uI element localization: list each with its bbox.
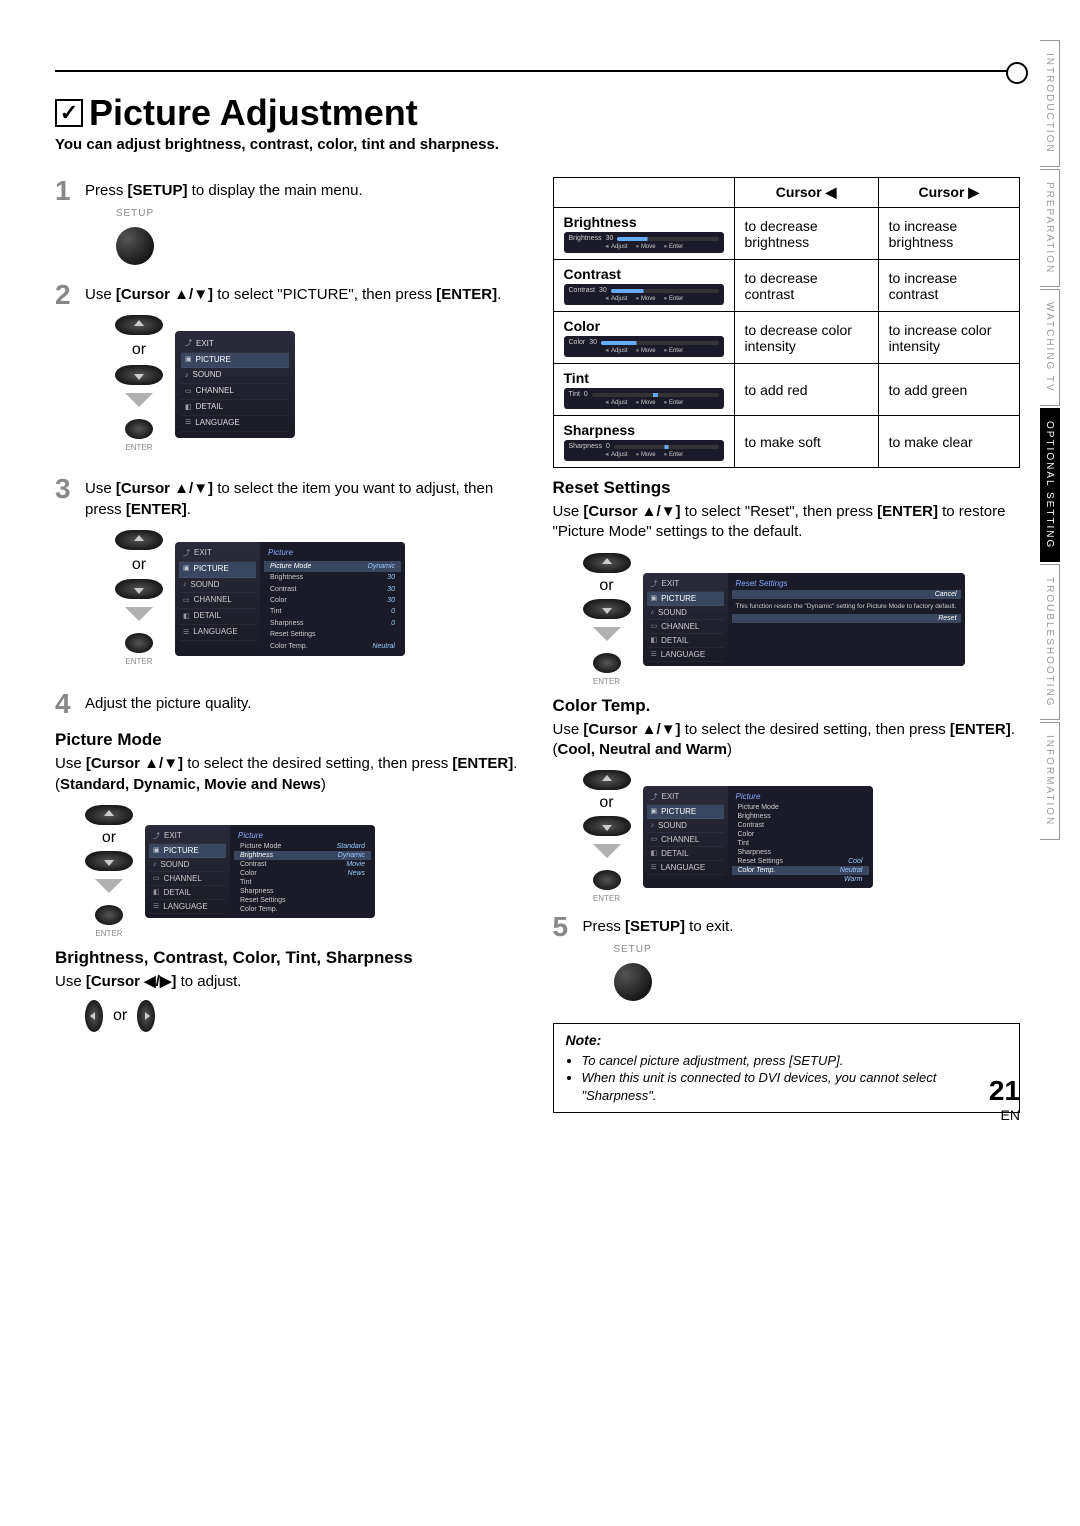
- colortemp-text: Use [Cursor ▲/▼] to select the desired s…: [553, 720, 1021, 761]
- table-row: Sharpness Sharpness 0AdjustMoveEnter to …: [553, 416, 1020, 468]
- cursor-diagram: or ENTER: [583, 770, 631, 903]
- arrow-down-icon: [125, 393, 153, 407]
- osd-picture-menu: ⤴EXIT ▣PICTURE ♪SOUND ▭CHANNEL ◧DETAIL ☰…: [175, 542, 405, 656]
- cursor-diagram: or ENTER: [85, 805, 133, 938]
- title-text: Picture Adjustment: [89, 92, 418, 134]
- picture-mode-text: Use [Cursor ▲/▼] to select the desired s…: [55, 754, 523, 795]
- osd-colortemp: ⤴EXIT ▣PICTURE ♪SOUND ▭CHANNEL ◧DETAIL ☰…: [643, 786, 873, 888]
- bcts-heading: Brightness, Contrast, Color, Tint, Sharp…: [55, 948, 523, 968]
- note-heading: Note:: [566, 1032, 1008, 1048]
- table-row: Brightness Brightness 30 AdjustMoveEnter…: [553, 208, 1020, 260]
- osd-reset: ⤴EXIT ▣PICTURE ♪SOUND ▭CHANNEL ◧DETAIL ☰…: [643, 573, 965, 666]
- step-num: 1: [55, 177, 77, 269]
- adjustment-table: Cursor ◀ Cursor ▶ Brightness Brightness …: [553, 177, 1021, 468]
- setup-button-icon: [614, 963, 652, 1001]
- step-4: 4 Adjust the picture quality.: [55, 690, 523, 718]
- cursor-diagram: or ENTER: [583, 553, 631, 686]
- table-row: Contrast Contrast 30AdjustMoveEnter to d…: [553, 260, 1020, 312]
- osd-main-menu: ⤴EXIT ▣PICTURE ♪SOUND ▭CHANNEL ◧DETAIL ☰…: [175, 331, 295, 438]
- table-row: Tint Tint 0AdjustMoveEnter to add red to…: [553, 364, 1020, 416]
- step-num: 3: [55, 475, 77, 678]
- th-cursor-right: Cursor ▶: [878, 178, 1019, 208]
- step-2: 2 Use [Cursor ▲/▼] to select "PICTURE", …: [55, 281, 523, 464]
- note-item: To cancel picture adjustment, press [SET…: [582, 1052, 1008, 1070]
- colortemp-heading: Color Temp.: [553, 696, 1021, 716]
- page-title: ✓ Picture Adjustment: [55, 92, 1020, 134]
- page-number: 21 EN: [989, 1075, 1020, 1123]
- step-1: 1 Press [SETUP] to display the main menu…: [55, 177, 523, 269]
- cursor-down-icon: [115, 365, 163, 385]
- reset-heading: Reset Settings: [553, 478, 1021, 498]
- step-num: 4: [55, 690, 77, 718]
- top-rule: [55, 70, 1020, 72]
- cursor-lr-diagram: or: [85, 1000, 523, 1032]
- step-3: 3 Use [Cursor ▲/▼] to select the item yo…: [55, 475, 523, 678]
- table-row: Color Color 30AdjustMoveEnter to decreas…: [553, 312, 1020, 364]
- reset-text: Use [Cursor ▲/▼] to select "Reset", then…: [553, 502, 1021, 543]
- step-5: 5 Press [SETUP] to exit. SETUP: [553, 913, 1021, 1005]
- cursor-up-down-diagram: or ENTER: [115, 315, 163, 453]
- checkbox-icon: ✓: [55, 99, 83, 127]
- cursor-left-icon: [85, 1000, 103, 1032]
- step-num: 2: [55, 281, 77, 464]
- step-num: 5: [553, 913, 575, 1005]
- enter-button-icon: [125, 419, 153, 439]
- setup-label: SETUP: [105, 207, 165, 221]
- cursor-diagram: or ENTER: [115, 530, 163, 668]
- subtitle: You can adjust brightness, contrast, col…: [55, 136, 1020, 153]
- slider-osd: Brightness 30 AdjustMoveEnter: [564, 232, 724, 253]
- note-item: When this unit is connected to DVI devic…: [582, 1069, 1008, 1104]
- note-box: Note: To cancel picture adjustment, pres…: [553, 1023, 1021, 1114]
- picture-mode-heading: Picture Mode: [55, 730, 523, 750]
- osd-picture-mode-options: ⤴EXIT ▣PICTURE ♪SOUND ▭CHANNEL ◧DETAIL ☰…: [145, 825, 375, 918]
- th-cursor-left: Cursor ◀: [734, 178, 878, 208]
- cursor-up-icon: [115, 315, 163, 335]
- bcts-text: Use [Cursor ◀/▶] to adjust.: [55, 972, 523, 992]
- setup-button-icon: [116, 227, 154, 265]
- cursor-right-icon: [137, 1000, 155, 1032]
